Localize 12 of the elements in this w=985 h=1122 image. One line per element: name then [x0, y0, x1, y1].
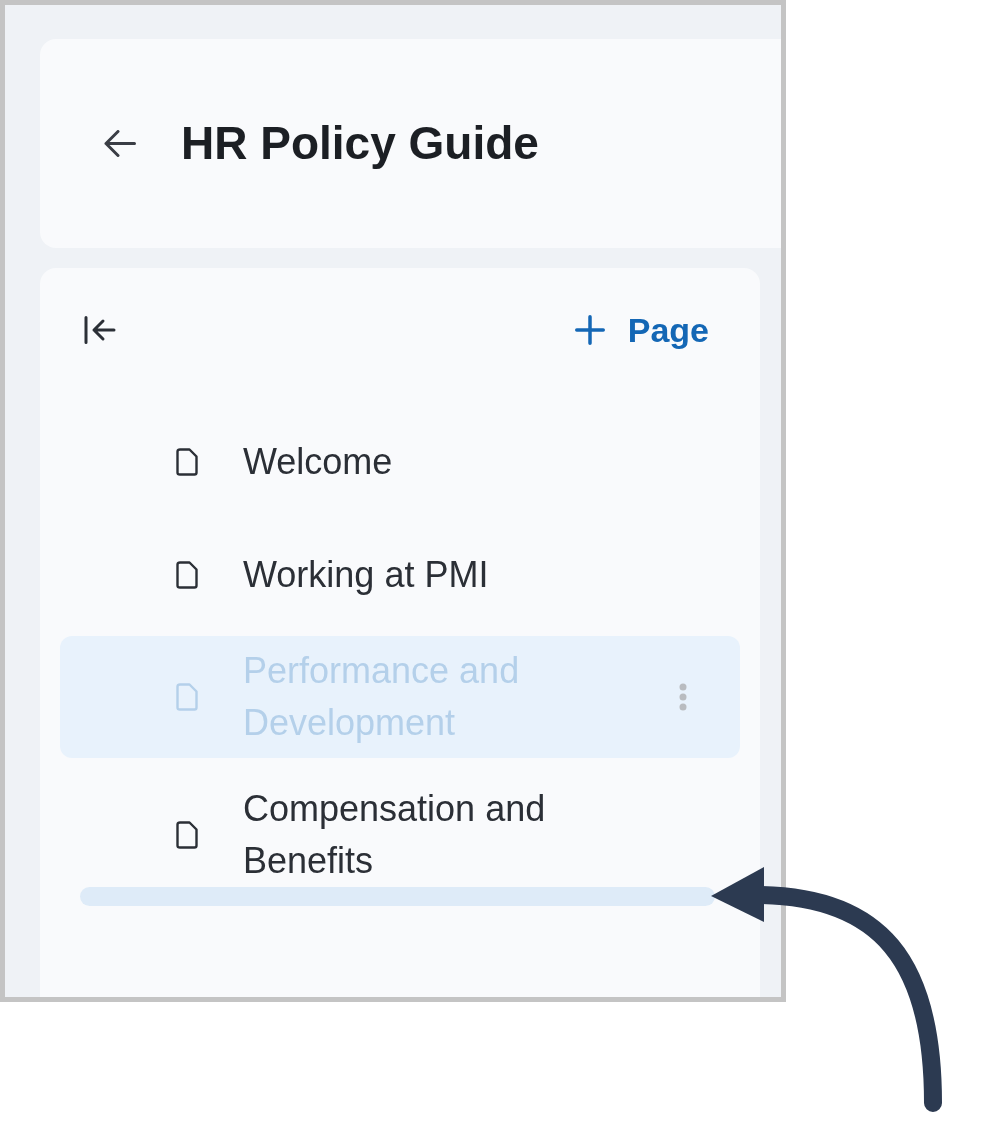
- page-item[interactable]: Welcome: [60, 427, 740, 497]
- plus-icon: [574, 315, 605, 345]
- back-icon[interactable]: [104, 130, 136, 157]
- document-icon: [176, 561, 198, 589]
- page-item[interactable]: Working at PMI: [60, 540, 740, 610]
- add-page-button[interactable]: Page: [574, 309, 709, 351]
- collapse-sidebar-icon[interactable]: [84, 316, 116, 344]
- document-icon: [176, 448, 198, 476]
- document-icon: [176, 821, 198, 849]
- document-icon: [176, 683, 198, 711]
- page-item[interactable]: Compensation and Benefits: [60, 774, 740, 887]
- guide-title: HR Policy Guide: [181, 115, 539, 171]
